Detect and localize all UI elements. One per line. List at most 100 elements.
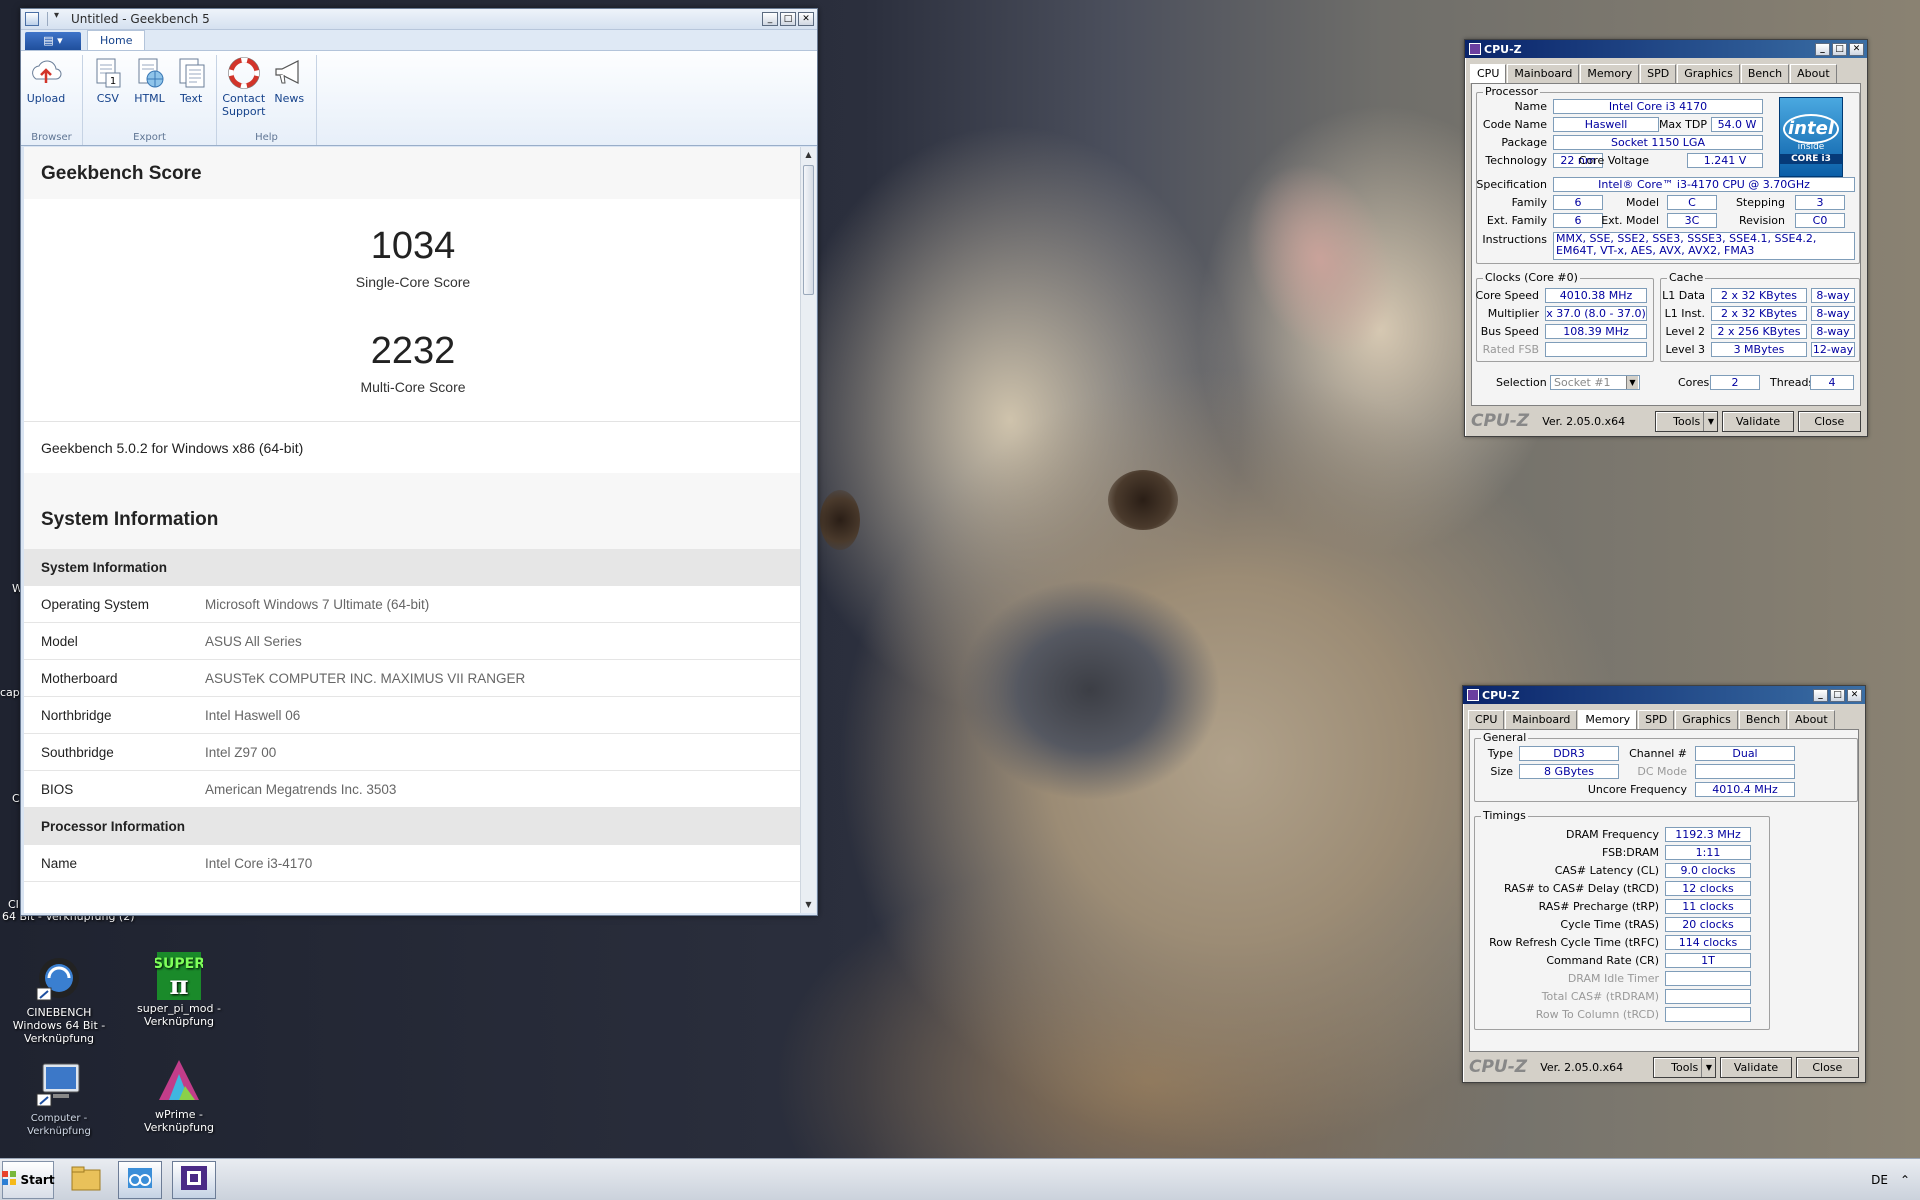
wallpaper-dog-eye	[820, 490, 860, 550]
scroll-down-arrow[interactable]: ▼	[801, 897, 816, 913]
quick-access-dropdown[interactable]	[47, 10, 67, 26]
geekbench-window[interactable]: Untitled - Geekbench 5 _ □ ✕ ▤ ▾ Home Up…	[20, 8, 818, 916]
export-html-button[interactable]: HTML	[129, 55, 171, 132]
taskbar-cpuz[interactable]	[172, 1160, 216, 1199]
single-core-score: 1034 Single-Core Score	[24, 199, 802, 290]
cpuz-titlebar[interactable]: CPU-Z _ □ ✕	[1465, 40, 1867, 58]
cpu-name-value: Intel Core i3 4170	[1553, 99, 1763, 114]
label: L1 Inst.	[1664, 307, 1705, 320]
chevron-down-icon[interactable]: ▼	[1703, 411, 1717, 431]
results-view[interactable]: Geekbench Score 1034 Single-Core Score 2…	[24, 147, 802, 913]
start-button[interactable]: Start	[2, 1160, 55, 1199]
upload-button[interactable]: Upload	[25, 55, 67, 132]
tab-memory[interactable]: Memory	[1580, 64, 1640, 83]
label: Cores	[1678, 376, 1710, 389]
label: Code Name	[1482, 118, 1547, 131]
minimize-button[interactable]: _	[1813, 688, 1828, 702]
desktop-icon-superpi[interactable]: SUPER π super_pi_mod - Verknüpfung	[124, 950, 234, 1028]
label: Size	[1490, 765, 1513, 778]
desktop-icon-computer[interactable]: Computer - Verknüpfung	[4, 1060, 114, 1138]
tab-memory[interactable]: Memory	[1578, 710, 1638, 729]
label: Channel #	[1629, 747, 1687, 760]
tools-button[interactable]: Tools ▼	[1655, 410, 1719, 432]
label: Level 2	[1665, 325, 1705, 338]
validate-button[interactable]: Validate	[1720, 1056, 1792, 1078]
timing-label: DRAM Idle Timer	[1567, 972, 1659, 985]
tab-about[interactable]: About	[1788, 710, 1835, 729]
cpuz-window-memory[interactable]: CPU-Z _ □ ✕ CPU Mainboard Memory SPD Graph…	[1462, 685, 1866, 1083]
bus-speed-value: 108.39 MHz	[1545, 324, 1647, 339]
tab-mainboard[interactable]: Mainboard	[1507, 64, 1580, 83]
close-button[interactable]: ✕	[1849, 42, 1864, 56]
row-value: ASUSTeK COMPUTER INC. MAXIMUS VII RANGER	[205, 670, 526, 686]
close-button[interactable]: Close	[1795, 1056, 1859, 1078]
tools-label: Tools	[1673, 414, 1701, 428]
label: Revision	[1739, 214, 1785, 227]
cpuz-window-cpu[interactable]: CPU-Z _ □ ✕ CPU Mainboard Memory SPD Graph…	[1464, 39, 1868, 437]
news-button[interactable]: News	[267, 55, 313, 132]
tab-spd[interactable]: SPD	[1640, 64, 1677, 83]
close-button[interactable]: Close	[1797, 410, 1861, 432]
csv-file-icon: 1	[92, 57, 124, 89]
taskbar-explorer[interactable]	[64, 1161, 108, 1199]
timing-label: Command Rate (CR)	[1546, 954, 1659, 967]
label: Ext. Model	[1601, 214, 1659, 227]
app-menu-button[interactable]: ▤ ▾	[25, 32, 81, 50]
core-speed-value: 4010.38 MHz	[1545, 288, 1647, 303]
close-button[interactable]: ✕	[1847, 688, 1862, 702]
channel-value: Dual	[1695, 746, 1795, 761]
family-value: 6	[1553, 195, 1603, 210]
tab-graphics[interactable]: Graphics	[1677, 64, 1740, 83]
maximize-button[interactable]: □	[780, 12, 796, 26]
tab-spd[interactable]: SPD	[1638, 710, 1675, 729]
fieldset-legend: Timings	[1481, 809, 1528, 822]
export-csv-button[interactable]: 1 CSV	[87, 55, 129, 132]
contact-support-button[interactable]: Contact Support	[221, 55, 267, 132]
clocks-fieldset: Clocks (Core #0) Core Speed 4010.38 MHz …	[1476, 271, 1654, 362]
tab-about[interactable]: About	[1790, 64, 1837, 83]
chevron-down-icon[interactable]: ▼	[1626, 376, 1638, 389]
taskbar-geekbench[interactable]	[118, 1160, 162, 1199]
maximize-button[interactable]: □	[1832, 42, 1847, 56]
desktop-edge-label[interactable]: C	[12, 792, 20, 805]
row-key: Southbridge	[41, 744, 114, 760]
chevron-down-icon[interactable]: ▼	[1701, 1057, 1715, 1077]
validate-button[interactable]: Validate	[1722, 410, 1794, 432]
scroll-thumb[interactable]	[803, 165, 814, 295]
minimize-button[interactable]: _	[1815, 42, 1830, 56]
timing-value: 20 clocks	[1665, 917, 1751, 932]
socket-select[interactable]: Socket #1 ▼	[1550, 375, 1640, 390]
upload-label: Upload	[26, 92, 66, 105]
table-row: Name Intel Core i3-4170	[24, 845, 802, 882]
geekbench-app-icon[interactable]	[25, 12, 39, 26]
tab-cpu[interactable]: CPU	[1468, 710, 1505, 729]
desktop-icon-cinebench[interactable]: CINEBENCH Windows 64 Bit - Verknüpfung	[4, 954, 114, 1045]
export-text-button[interactable]: Text	[170, 55, 212, 132]
label: Specification	[1476, 178, 1547, 191]
desktop-edge-label[interactable]: cap	[0, 686, 20, 699]
scroll-up-arrow[interactable]: ▲	[801, 147, 816, 163]
language-indicator[interactable]: DE	[1871, 1173, 1888, 1187]
tab-cpu[interactable]: CPU	[1470, 64, 1507, 83]
tab-graphics[interactable]: Graphics	[1675, 710, 1738, 729]
ribbon-group-label: Browser	[31, 132, 72, 143]
tab-mainboard[interactable]: Mainboard	[1505, 710, 1578, 729]
row-value: Intel Haswell 06	[205, 707, 301, 723]
vertical-scrollbar[interactable]: ▲ ▼	[800, 147, 816, 913]
cpuz-titlebar[interactable]: CPU-Z _ □ ✕	[1463, 686, 1865, 704]
desktop-icon-label: super_pi_mod - Verknüpfung	[137, 1002, 221, 1028]
tab-bench[interactable]: Bench	[1740, 64, 1790, 83]
show-hidden-icons-arrow[interactable]: ⌃	[1900, 1173, 1910, 1187]
geekbench-titlebar[interactable]: Untitled - Geekbench 5 _ □ ✕	[21, 9, 817, 30]
max-tdp-value: 54.0 W	[1711, 117, 1763, 132]
tab-home[interactable]: Home	[87, 30, 146, 50]
tab-bench[interactable]: Bench	[1738, 710, 1788, 729]
desktop-icon-wprime[interactable]: wPrime - Verknüpfung	[124, 1056, 234, 1134]
maximize-button[interactable]: □	[1830, 688, 1845, 702]
close-button[interactable]: ✕	[798, 12, 814, 26]
cpuz-footer: CPU-Z Ver. 2.05.0.x64 Tools ▼ Validate Cl…	[1469, 1056, 1859, 1078]
minimize-button[interactable]: _	[762, 12, 778, 26]
tools-button[interactable]: Tools ▼	[1653, 1056, 1717, 1078]
timing-label: DRAM Frequency	[1565, 828, 1659, 841]
fieldset-legend: Cache	[1667, 271, 1706, 284]
